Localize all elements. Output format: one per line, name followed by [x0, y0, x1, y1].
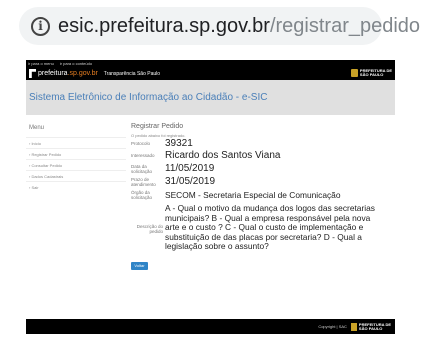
protocolo-label: Protocolo [131, 141, 151, 146]
system-title: Sistema Eletrônico de Informação ao Cida… [29, 92, 268, 103]
sidebar-item-consultar-pedido[interactable]: › Consultar Pedido [26, 159, 126, 170]
info-icon[interactable]: i [31, 16, 50, 36]
city-seal-icon [350, 69, 358, 77]
interessado-value: Ricardo dos Santos Viana [165, 150, 281, 161]
web-page: ir para o menu ir para o conteúdo prefei… [26, 60, 395, 334]
data-solicitacao-value: 11/05/2019 [165, 163, 215, 174]
sidebar-item-dados-cadastrais[interactable]: › Dados Cadastrais [26, 170, 126, 181]
copyright-text[interactable]: Copyright | SAC [318, 324, 347, 329]
orgao-label: Órgão da solicitação [131, 190, 153, 200]
sidebar-item-registrar-pedido[interactable]: › Registrar Pedido [26, 148, 126, 159]
page-title: Registrar Pedido [131, 123, 184, 130]
footer-seal-icon [350, 322, 357, 331]
prefeitura-sp-logo: PREFEITURA DE SÃO PAULO [350, 69, 392, 77]
descricao-value: A - Qual o motivo da mudança dos logos d… [165, 203, 375, 251]
site-header: prefeitura.sp.gov.br Transparência São P… [26, 67, 395, 80]
sidebar-item-inicio[interactable]: › Início [26, 137, 126, 148]
skip-to-menu-link[interactable]: ir para o menu [28, 61, 54, 66]
site-logo[interactable]: prefeitura.sp.gov.br [38, 70, 98, 77]
prefeitura-logo-icon [29, 69, 36, 78]
menu-title: Menu [29, 125, 45, 131]
footer-prefeitura-logo: PREFEITURA DE SÃO PAULO [350, 322, 391, 331]
url-path: /registrar_pedido [269, 14, 421, 37]
site-footer: Copyright | SAC PREFEITURA DE SÃO PAULO [26, 319, 395, 334]
voltar-button[interactable]: Voltar [131, 261, 148, 270]
sidebar-menu: Menu › Início › Registrar Pedido › Consu… [26, 115, 126, 192]
orgao-value: SECOM - Secretaria Especial de Comunicaç… [165, 190, 341, 200]
title-band: Sistema Eletrônico de Informação ao Cida… [26, 80, 395, 115]
descricao-label: Descrição do pedido [136, 224, 163, 234]
data-solicitacao-label: Data da solicitação [131, 164, 153, 174]
transparencia-link[interactable]: Transparência São Paulo [104, 71, 160, 77]
protocolo-value: 39321 [165, 138, 193, 149]
prazo-label: Prazo de atendimento [131, 177, 156, 187]
address-bar[interactable]: i esic.prefeitura.sp.gov.br/registrar_pe… [19, 7, 420, 45]
interessado-label: Interessado [131, 153, 155, 158]
main-content: Registrar Pedido O pedido abaixo foi reg… [131, 123, 386, 270]
prazo-value: 31/05/2019 [165, 176, 216, 187]
url-host: esic.prefeitura.sp.gov.br [58, 14, 270, 37]
sidebar-item-sair[interactable]: › Sair [26, 181, 126, 192]
accessibility-strip: ir para o menu ir para o conteúdo [26, 60, 395, 67]
skip-to-content-link[interactable]: ir para o conteúdo [60, 61, 92, 66]
